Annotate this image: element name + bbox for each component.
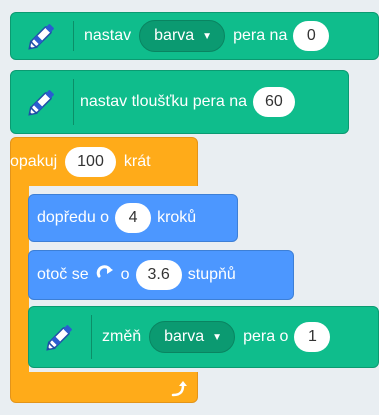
pen-icon [11,71,73,133]
repeat-header: opakuj 100 krát [10,138,151,186]
repeat-label: opakuj [10,153,58,170]
move-label: dopředu o [37,209,110,226]
change-value-input[interactable]: 1 [294,322,331,352]
set-size-label: nastav tloušťku pera na [80,93,247,110]
pen-size-input[interactable]: 60 [253,87,295,117]
divider [73,79,74,125]
dropdown-value: barva [154,27,195,44]
pen-value-input[interactable]: 0 [293,21,330,51]
loop-arrow-icon [170,380,188,403]
set-pen-size-block[interactable]: nastav tloušťku pera na 60 [10,70,349,134]
degrees-label: stupňů [187,266,236,283]
pen-param-dropdown[interactable]: barva ▼ [139,20,226,52]
turn-block[interactable]: otoč se o 3.6 stupňů [28,250,294,300]
change-label: změň [102,328,142,345]
chevron-down-icon: ▼ [202,30,213,42]
pen-param-dropdown[interactable]: barva ▼ [149,321,236,353]
change-pen-color-block[interactable]: změň barva ▼ pera o 1 [28,306,379,368]
divider [91,315,92,359]
degrees-input[interactable]: 3.6 [135,260,182,290]
turn-label: otoč se [37,266,89,283]
repeat-count-input[interactable]: 100 [65,147,116,177]
times-label: krát [123,153,151,170]
pen-icon [29,307,91,367]
by-label: o [120,266,130,283]
set-label: nastav [84,27,132,44]
rotate-clockwise-icon [95,262,115,288]
set-pen-color-block[interactable]: nastav barva ▼ pera na 0 [10,12,379,60]
move-steps-block[interactable]: dopředu o 4 kroků [28,194,238,242]
steps-label: kroků [157,209,197,226]
pen-by-label: pera o [243,328,289,345]
divider [73,21,74,51]
chevron-down-icon: ▼ [212,331,223,343]
pen-to-label: pera na [233,27,288,44]
dropdown-value: barva [164,328,205,345]
pen-icon [11,13,73,59]
steps-input[interactable]: 4 [115,203,152,233]
